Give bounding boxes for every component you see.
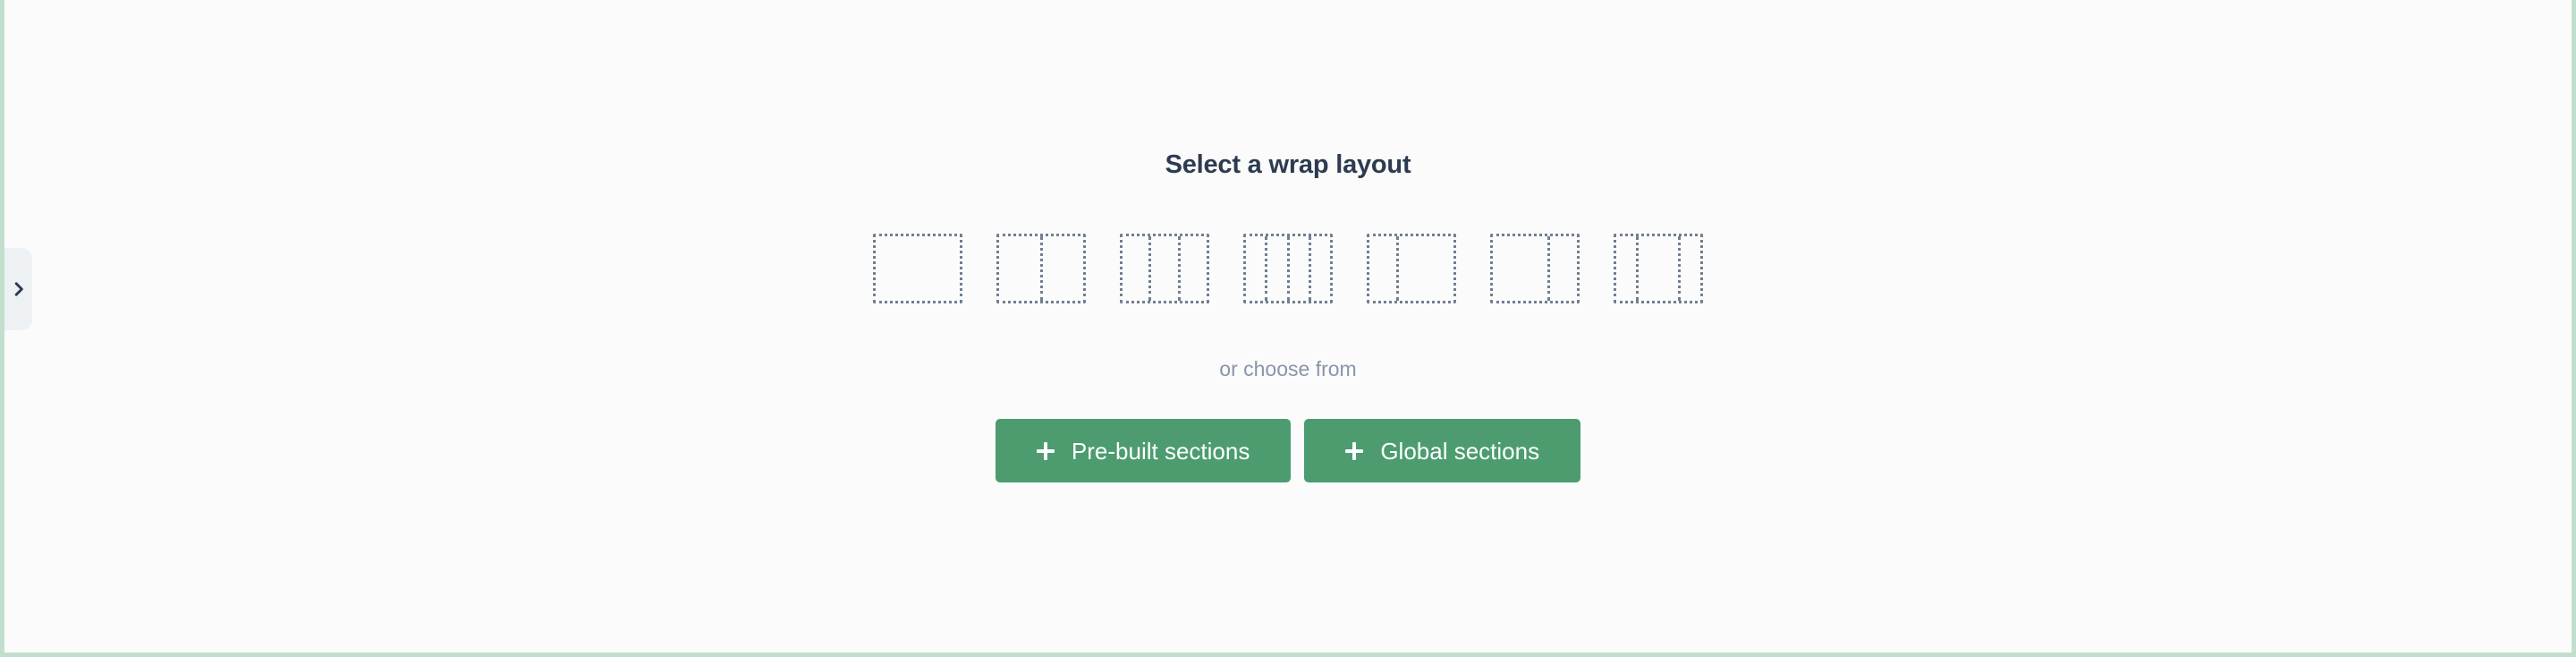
layout-cell bbox=[1148, 236, 1177, 301]
layout-option-6[interactable] bbox=[1490, 234, 1580, 303]
action-button-label: Pre-built sections bbox=[1071, 437, 1250, 465]
choose-from-label: or choose from bbox=[1219, 357, 1357, 380]
layout-cell bbox=[1286, 236, 1309, 301]
chevron-right-icon bbox=[11, 281, 27, 297]
layout-cell bbox=[1039, 236, 1084, 301]
layout-cell bbox=[999, 236, 1040, 301]
layout-option-2[interactable] bbox=[996, 234, 1086, 303]
layout-option-5[interactable] bbox=[1367, 234, 1456, 303]
layout-cell bbox=[1616, 236, 1636, 301]
layout-cell bbox=[1493, 236, 1547, 301]
builder-canvas: Select a wrap layout or choose from Pre-… bbox=[0, 0, 2576, 657]
global-sections-button[interactable]: Global sections bbox=[1304, 419, 1581, 482]
page-title: Select a wrap layout bbox=[1165, 150, 1411, 179]
layout-cell bbox=[1123, 236, 1148, 301]
layout-option-list bbox=[873, 234, 1703, 303]
plus-icon bbox=[1036, 441, 1055, 460]
layout-cell bbox=[1265, 236, 1286, 301]
wrap-layout-picker: Select a wrap layout or choose from Pre-… bbox=[4, 0, 2572, 653]
layout-cell bbox=[1308, 236, 1330, 301]
layout-cell bbox=[1246, 236, 1265, 301]
layout-option-3[interactable] bbox=[1120, 234, 1209, 303]
layout-cell bbox=[1678, 236, 1700, 301]
layout-option-1[interactable] bbox=[873, 234, 962, 303]
action-button-label: Global sections bbox=[1380, 437, 1540, 465]
layout-cell bbox=[1546, 236, 1577, 301]
layout-cell bbox=[1369, 236, 1396, 301]
section-source-buttons: Pre-built sections Global sections bbox=[995, 419, 1581, 482]
layout-option-4[interactable] bbox=[1243, 234, 1333, 303]
layout-cell bbox=[1396, 236, 1453, 301]
pre-built-sections-button[interactable]: Pre-built sections bbox=[995, 419, 1292, 482]
layout-option-7[interactable] bbox=[1614, 234, 1703, 303]
layout-cell bbox=[1636, 236, 1678, 301]
plus-icon bbox=[1345, 441, 1364, 460]
layout-cell bbox=[1177, 236, 1207, 301]
layout-cell bbox=[876, 236, 960, 301]
left-panel-toggle-handle[interactable] bbox=[4, 248, 32, 330]
